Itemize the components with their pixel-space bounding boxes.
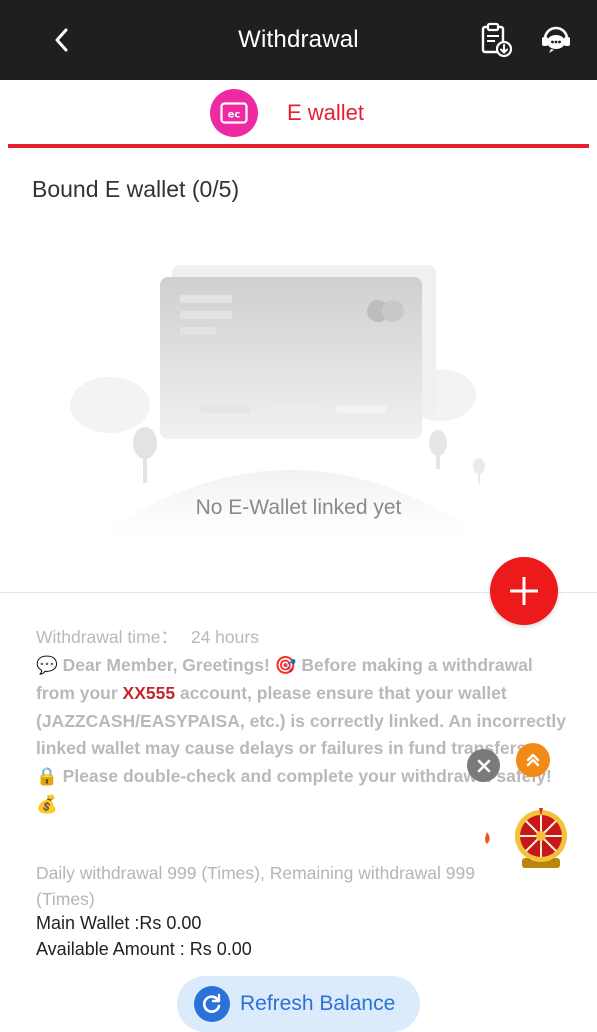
notice-text-1: Dear Member, Greetings! <box>57 654 275 675</box>
withdrawal-record-icon[interactable] <box>476 20 516 60</box>
refresh-balance-label: Refresh Balance <box>240 992 396 1015</box>
bound-wallet-count: Bound E wallet (0/5) <box>32 176 240 202</box>
withdrawal-time-label: Withdrawal time： <box>36 627 178 647</box>
empty-state-text: No E-Wallet linked yet <box>195 496 402 519</box>
flame-icon <box>485 832 490 844</box>
target-icon: 🎯 <box>274 655 297 676</box>
withdrawal-limits: Daily withdrawal 999 (Times), Remaining … <box>36 863 475 909</box>
active-tab-indicator <box>8 144 589 148</box>
empty-wallet-illustration <box>70 265 485 535</box>
speech-bubble-icon: 💬 <box>36 655 58 676</box>
withdrawal-time-value: 24 hours <box>190 627 259 647</box>
withdrawal-time-row: Withdrawal time： 24 hours <box>36 624 566 652</box>
money-bag-icon: 💰 <box>36 795 58 815</box>
available-amount: Available Amount : Rs 0.00 <box>36 939 252 959</box>
e-wallet-icon: ec <box>210 89 258 137</box>
lucky-wheel-icon[interactable] <box>508 806 574 874</box>
lock-icon: 🔒 <box>36 766 58 787</box>
withdrawal-info: Withdrawal time： 24 hours 💬 Dear Member,… <box>36 624 566 820</box>
refresh-icon <box>194 986 230 1022</box>
scroll-top-icon[interactable] <box>516 743 550 777</box>
close-float-icon[interactable] <box>467 749 500 782</box>
customer-service-icon[interactable] <box>536 20 576 60</box>
tab-label: E wallet <box>287 100 365 125</box>
withdrawal-notice: 💬 Dear Member, Greetings! 🎯 Before makin… <box>36 652 566 820</box>
account-name: XX555 <box>122 683 176 703</box>
plus-icon <box>510 577 538 605</box>
top-bar: Withdrawal <box>0 0 597 80</box>
svg-text:ec: ec <box>228 110 241 121</box>
tab-bar: ec E wallet <box>0 80 597 150</box>
add-wallet-button[interactable] <box>490 557 558 625</box>
tab-e-wallet[interactable]: ec E wallet <box>210 89 364 137</box>
main-wallet-balance: Main Wallet :Rs 0.00 <box>36 913 202 933</box>
